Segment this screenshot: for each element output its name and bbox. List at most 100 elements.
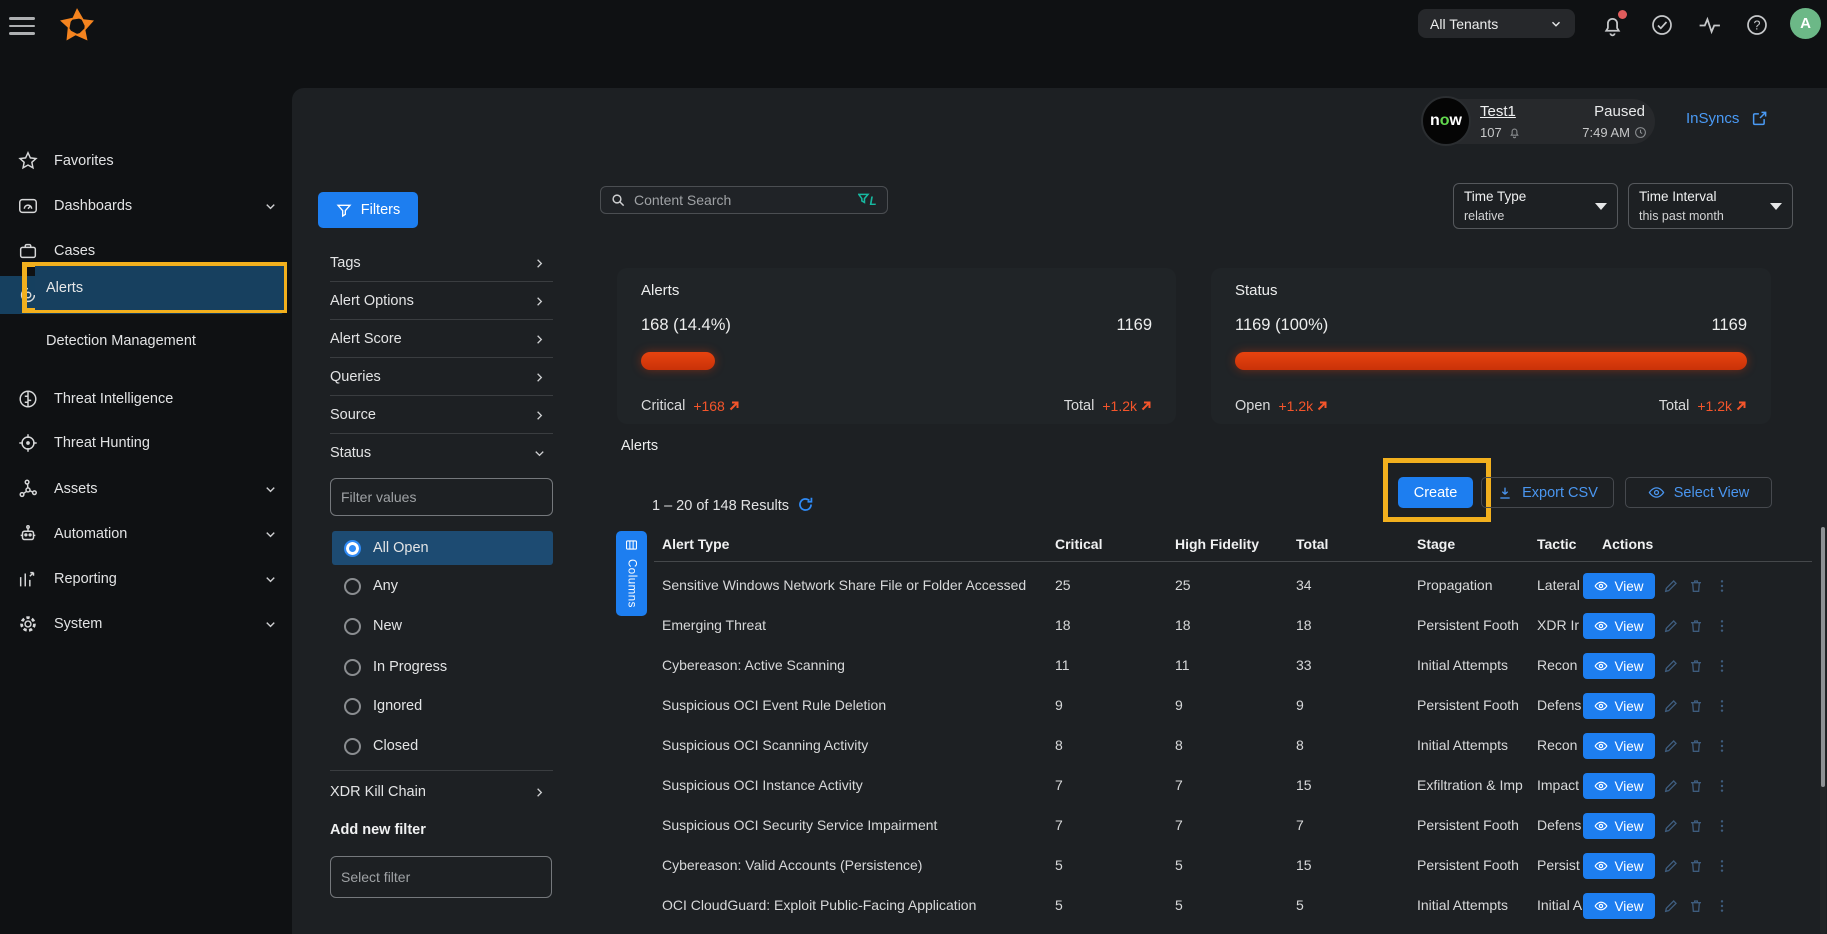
delete-trash-icon[interactable] <box>1688 858 1704 874</box>
sidebar-item-dashboards[interactable]: Dashboards <box>0 187 292 225</box>
sidebar-item-reporting[interactable]: Reporting <box>0 560 292 598</box>
delete-trash-icon[interactable] <box>1688 658 1704 674</box>
more-kebab-icon[interactable] <box>1714 578 1730 594</box>
user-avatar[interactable]: A <box>1790 8 1821 39</box>
query-syntax-toggle-icon[interactable]: L <box>858 192 878 209</box>
sidebar-item-favorites[interactable]: Favorites <box>0 142 292 180</box>
table-row[interactable]: Sensitive Windows Network Share File or … <box>654 566 1814 606</box>
filter-group-xdr-kill-chain[interactable]: XDR Kill Chain <box>330 773 553 811</box>
activity-pulse-icon[interactable] <box>1697 13 1722 38</box>
delete-trash-icon[interactable] <box>1688 578 1704 594</box>
table-row[interactable]: Cybereason: Active Scanning 11 11 33 Ini… <box>654 646 1814 686</box>
filter-group-alert-options[interactable]: Alert Options <box>330 282 553 320</box>
header-total[interactable]: Total <box>1296 536 1328 552</box>
delete-trash-icon[interactable] <box>1688 778 1704 794</box>
sidebar-item-detection-management[interactable]: Detection Management <box>0 322 292 360</box>
edit-pencil-icon[interactable] <box>1663 698 1679 714</box>
filter-values-input[interactable] <box>330 478 553 516</box>
more-kebab-icon[interactable] <box>1714 658 1730 674</box>
more-kebab-icon[interactable] <box>1714 818 1730 834</box>
check-circle-icon[interactable] <box>1650 13 1674 37</box>
table-row[interactable]: Suspicious OCI Security Service Impairme… <box>654 806 1814 846</box>
status-option-new[interactable]: New <box>332 609 553 643</box>
edit-pencil-icon[interactable] <box>1663 898 1679 914</box>
table-row[interactable]: Suspicious OCI Event Rule Deletion 9 9 9… <box>654 686 1814 726</box>
header-high-fidelity[interactable]: High Fidelity <box>1175 536 1259 552</box>
sidebar-item-automation[interactable]: Automation <box>0 515 292 553</box>
more-kebab-icon[interactable] <box>1714 698 1730 714</box>
content-search-input[interactable] <box>634 192 850 208</box>
edit-pencil-icon[interactable] <box>1663 778 1679 794</box>
more-kebab-icon[interactable] <box>1714 778 1730 794</box>
sidebar-item-cases[interactable]: Cases <box>0 232 292 270</box>
status-option-all-open[interactable]: All Open <box>332 531 553 565</box>
delete-trash-icon[interactable] <box>1688 898 1704 914</box>
columns-button[interactable]: Columns <box>616 531 647 616</box>
view-button[interactable]: View <box>1583 813 1655 839</box>
select-view-button[interactable]: Select View <box>1625 477 1772 508</box>
view-button[interactable]: View <box>1583 613 1655 639</box>
sidebar-item-threat-hunting[interactable]: Threat Hunting <box>0 424 292 462</box>
view-button[interactable]: View <box>1583 893 1655 919</box>
filter-group-tags[interactable]: Tags <box>330 244 553 282</box>
edit-pencil-icon[interactable] <box>1663 858 1679 874</box>
status-option-any[interactable]: Any <box>332 569 553 603</box>
more-kebab-icon[interactable] <box>1714 738 1730 754</box>
hamburger-menu-icon[interactable] <box>9 17 35 35</box>
table-row[interactable]: OCI CloudGuard: Exploit Public-Facing Ap… <box>654 886 1814 926</box>
refresh-icon[interactable] <box>796 495 815 514</box>
view-button[interactable]: View <box>1583 573 1655 599</box>
insyncs-link[interactable]: InSyncs <box>1686 110 1739 127</box>
export-csv-button[interactable]: Export CSV <box>1481 477 1614 508</box>
filters-button[interactable]: Filters <box>318 192 418 228</box>
filter-group-status[interactable]: Status <box>330 434 553 472</box>
header-alert-type[interactable]: Alert Type <box>662 536 729 552</box>
status-option-ignored[interactable]: Ignored <box>332 689 553 723</box>
view-button[interactable]: View <box>1583 693 1655 719</box>
help-icon[interactable]: ? <box>1745 13 1769 37</box>
view-button[interactable]: View <box>1583 733 1655 759</box>
content-search-box[interactable]: L <box>600 186 888 214</box>
header-tactic[interactable]: Tactic <box>1537 536 1576 552</box>
delete-trash-icon[interactable] <box>1688 738 1704 754</box>
header-critical[interactable]: Critical <box>1055 536 1102 552</box>
delete-trash-icon[interactable] <box>1688 818 1704 834</box>
filter-group-queries[interactable]: Queries <box>330 358 553 396</box>
sidebar-item-assets[interactable]: Assets <box>0 470 292 508</box>
view-button[interactable]: View <box>1583 653 1655 679</box>
sidebar-item-threat-intelligence[interactable]: Threat Intelligence <box>0 380 292 418</box>
tenant-selector[interactable]: All Tenants <box>1418 9 1575 38</box>
table-scrollbar-thumb[interactable] <box>1821 527 1825 787</box>
select-filter-field[interactable] <box>330 856 552 898</box>
edit-pencil-icon[interactable] <box>1663 738 1679 754</box>
filter-group-alert-score[interactable]: Alert Score <box>330 320 553 358</box>
header-stage[interactable]: Stage <box>1417 536 1455 552</box>
view-button[interactable]: View <box>1583 773 1655 799</box>
filter-group-source[interactable]: Source <box>330 396 553 434</box>
status-option-closed[interactable]: Closed <box>332 729 553 763</box>
table-row[interactable]: Suspicious OCI Instance Activity 7 7 15 … <box>654 766 1814 806</box>
delete-trash-icon[interactable] <box>1688 618 1704 634</box>
time-type-select[interactable]: Time Type relative <box>1453 183 1618 229</box>
edit-pencil-icon[interactable] <box>1663 818 1679 834</box>
edit-pencil-icon[interactable] <box>1663 618 1679 634</box>
status-option-in-progress[interactable]: In Progress <box>332 650 553 684</box>
delete-trash-icon[interactable] <box>1688 698 1704 714</box>
view-button[interactable]: View <box>1583 853 1655 879</box>
sidebar-item-alerts[interactable]: Alerts <box>35 266 284 310</box>
table-row[interactable]: Cybereason: Valid Accounts (Persistence)… <box>654 846 1814 886</box>
more-kebab-icon[interactable] <box>1714 898 1730 914</box>
more-kebab-icon[interactable] <box>1714 858 1730 874</box>
more-kebab-icon[interactable] <box>1714 618 1730 634</box>
table-row[interactable]: Suspicious OCI Scanning Activity 8 8 8 I… <box>654 726 1814 766</box>
external-link-icon[interactable] <box>1751 109 1769 127</box>
sidebar-item-system[interactable]: System <box>0 605 292 643</box>
status-filter-values-field[interactable] <box>330 478 553 516</box>
edit-pencil-icon[interactable] <box>1663 578 1679 594</box>
time-interval-select[interactable]: Time Interval this past month <box>1628 183 1793 229</box>
select-filter-input[interactable] <box>330 856 552 898</box>
edit-pencil-icon[interactable] <box>1663 658 1679 674</box>
table-scrollbar-track[interactable] <box>1820 527 1826 934</box>
create-button[interactable]: Create <box>1398 477 1473 508</box>
sync-name-link[interactable]: Test1 <box>1480 103 1516 120</box>
